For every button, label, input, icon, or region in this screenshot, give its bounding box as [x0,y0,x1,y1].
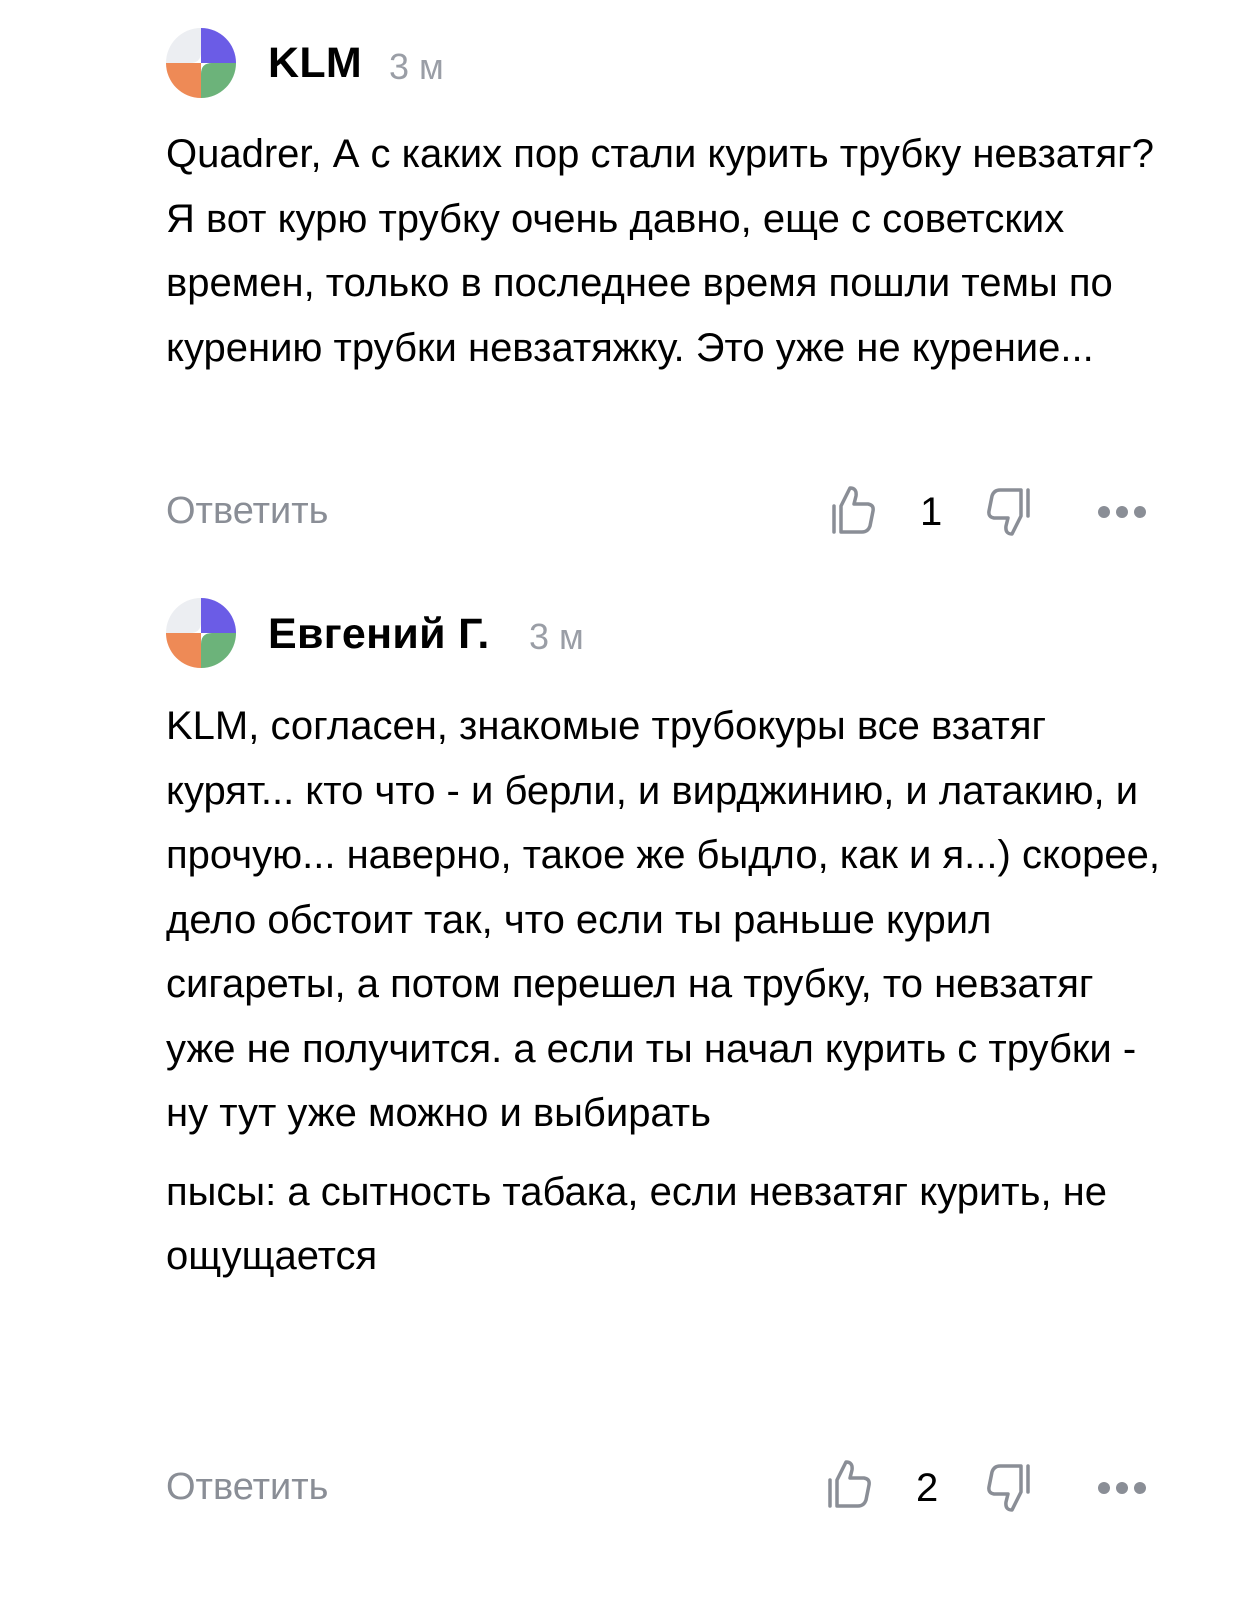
like-button[interactable] [828,484,876,536]
reply-button[interactable]: Ответить [166,490,328,533]
avatar-logo-icon [166,28,236,98]
like-button[interactable] [824,1458,872,1510]
comment: KLM 3 м Quadrer, А с каких пор стали кур… [0,0,1242,590]
thumbs-up-icon [832,486,875,534]
author-name[interactable]: KLM [268,39,362,88]
dislike-button[interactable] [986,1462,1034,1514]
comment-paragraph: Quadrer, А с каких пор стали курить труб… [166,132,1154,370]
like-count: 2 [916,1466,939,1510]
comment-text: KLM, согласен, знакомые трубокуры все вз… [166,694,1166,1289]
avatar-logo-icon [166,598,236,668]
thumbs-down-icon [987,488,1030,536]
thumbs-up-icon [828,1460,871,1508]
comment-time: 3 м [389,46,444,87]
author-name[interactable]: Евгений Г. [268,610,490,659]
comment-time: 3 м [529,616,584,657]
comment-paragraph: пысы: а сытность табака, если невзатяг к… [166,1169,1108,1279]
more-horizontal-icon [1098,1482,1110,1494]
thumbs-down-icon [987,1464,1030,1512]
more-button[interactable] [1098,1482,1148,1496]
avatar[interactable] [166,598,236,668]
comment-paragraph: KLM, согласен, знакомые трубокуры все вз… [166,704,1160,1135]
dislike-button[interactable] [986,486,1034,538]
more-horizontal-icon [1098,506,1110,518]
like-count: 1 [920,490,943,534]
comment-text: Quadrer, А с каких пор стали курить труб… [166,122,1166,380]
reply-button[interactable]: Ответить [166,1466,328,1509]
avatar[interactable] [166,28,236,98]
more-button[interactable] [1098,506,1148,520]
comment: Евгений Г. 3 м KLM, согласен, знакомые т… [0,590,1242,1610]
